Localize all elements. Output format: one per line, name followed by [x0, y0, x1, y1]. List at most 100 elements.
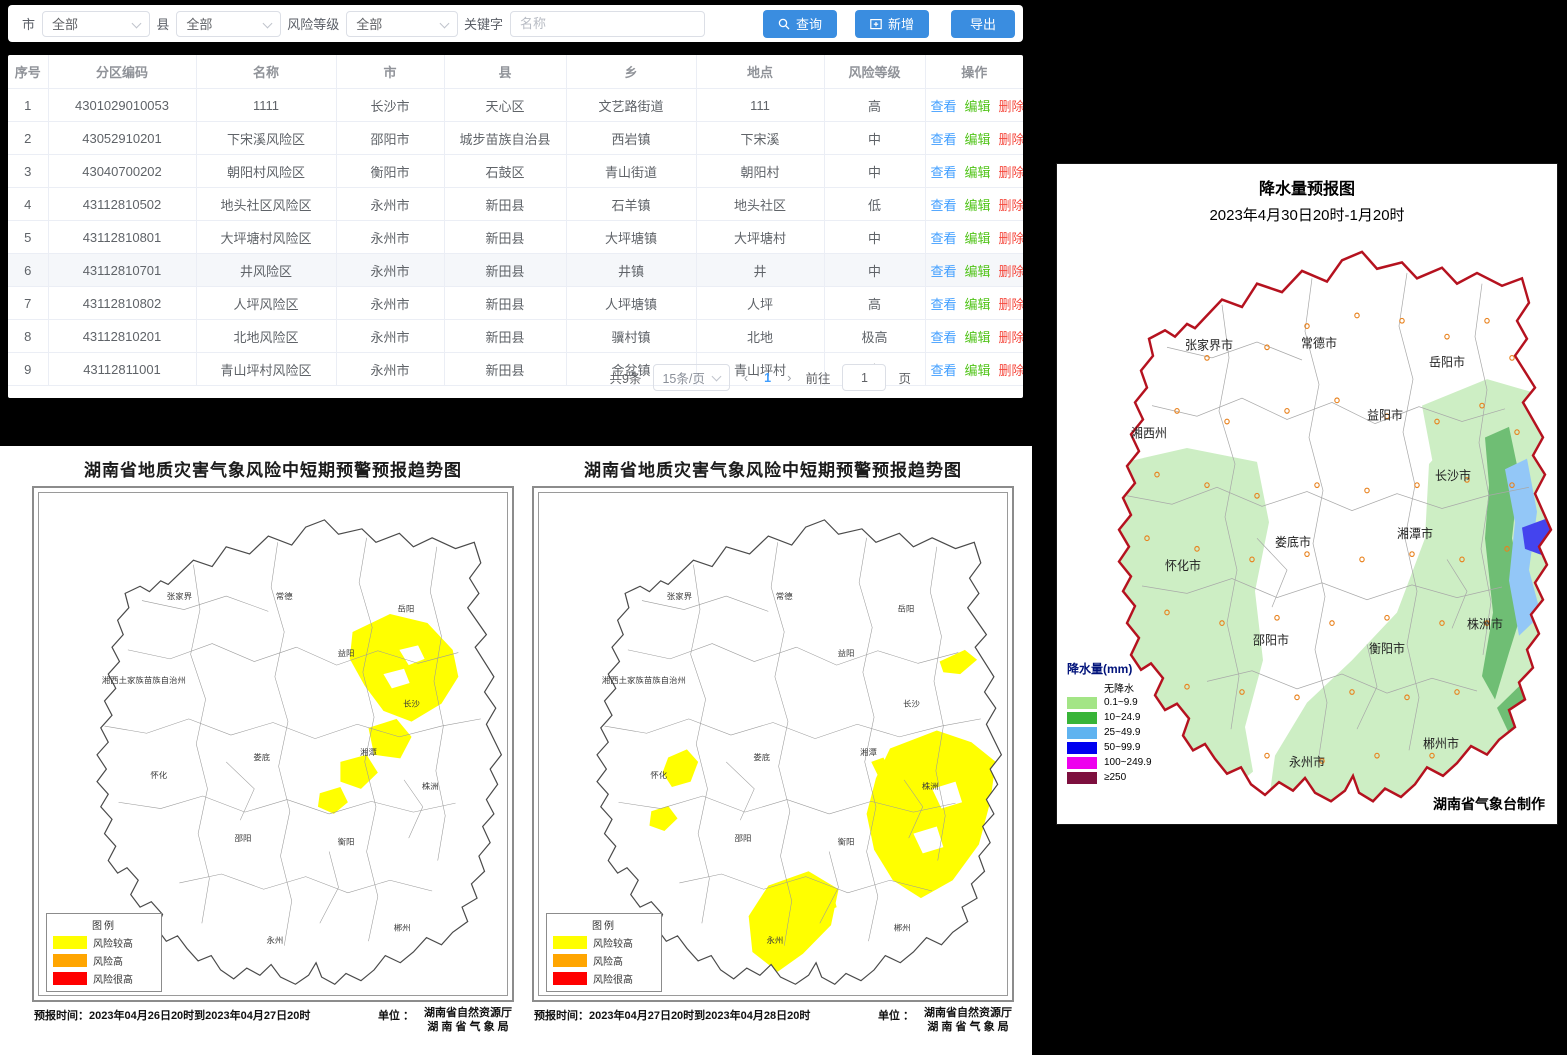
- current-page[interactable]: 1: [762, 371, 773, 385]
- station-marker-icon: [1445, 334, 1449, 339]
- edit-link[interactable]: 编辑: [965, 198, 991, 213]
- station-marker-icon: [1485, 318, 1489, 323]
- table-body: 143010290100531111长沙市天心区文艺路街道111高查看编辑删除2…: [8, 89, 1023, 386]
- cell-location: 北地: [696, 320, 824, 353]
- table-row: 443112810502地头社区风险区永州市新田县石羊镇地头社区低查看编辑删除: [8, 188, 1023, 221]
- region-label: 湘西土家族苗族自治州: [602, 675, 686, 685]
- cell-code: 43040700202: [48, 155, 196, 188]
- legend-label: 风险较高: [93, 935, 133, 950]
- cell-no: 3: [8, 155, 48, 188]
- view-link[interactable]: 查看: [931, 297, 957, 312]
- delete-link[interactable]: 删除: [999, 330, 1023, 345]
- edit-link[interactable]: 编辑: [965, 99, 991, 114]
- cell-name: 1111: [196, 89, 336, 122]
- county-select[interactable]: 全部: [176, 11, 281, 37]
- edit-link[interactable]: 编辑: [965, 330, 991, 345]
- region-label: 娄底: [253, 752, 270, 762]
- edit-link[interactable]: 编辑: [965, 297, 991, 312]
- view-link[interactable]: 查看: [931, 132, 957, 147]
- city-label: 长沙市: [1435, 468, 1471, 483]
- delete-link[interactable]: 删除: [999, 198, 1023, 213]
- view-link[interactable]: 查看: [931, 330, 957, 345]
- add-button[interactable]: 新增: [855, 10, 929, 38]
- column-header: 乡: [566, 55, 696, 89]
- legend-swatch: [1067, 727, 1097, 739]
- legend-swatch: [1067, 742, 1097, 754]
- trend-maps-section: 湖南省地质灾害气象风险中短期预警预报趋势图 湘西土家族苗族自治州张家界常: [0, 446, 1032, 1055]
- legend-item: 风险高: [553, 953, 655, 968]
- legend-item: 0.1~9.9: [1067, 695, 1152, 710]
- legend-swatch: [53, 936, 87, 949]
- city-select[interactable]: 全部: [42, 11, 150, 37]
- delete-link[interactable]: 删除: [999, 99, 1023, 114]
- legend-label: 无降水: [1104, 680, 1134, 695]
- delete-link[interactable]: 删除: [999, 264, 1023, 279]
- goto-label: 前往: [805, 368, 830, 387]
- trend-legend-1: 图例 风险较高风险高风险很高: [46, 913, 162, 992]
- region-label: 郴州: [894, 923, 911, 933]
- cell-risk: 中: [824, 155, 925, 188]
- cell-code: 43112810701: [48, 254, 196, 287]
- delete-link[interactable]: 删除: [999, 297, 1023, 312]
- region-label: 益阳: [338, 648, 355, 658]
- keyword-input[interactable]: [510, 11, 705, 37]
- chevron-down-icon: [711, 372, 721, 382]
- cell-name: 北地风险区: [196, 320, 336, 353]
- column-header: 地点: [696, 55, 824, 89]
- edit-link[interactable]: 编辑: [965, 231, 991, 246]
- table-row: 243052910201下宋溪风险区邵阳市城步苗族自治县西岩镇下宋溪中查看编辑删…: [8, 122, 1023, 155]
- legend-item: 风险很高: [53, 971, 155, 986]
- cell-county: 城步苗族自治县: [444, 122, 566, 155]
- cell-location: 人坪: [696, 287, 824, 320]
- cell-city: 永州市: [336, 320, 444, 353]
- city-label: 株洲市: [1467, 616, 1503, 631]
- cell-actions: 查看编辑删除: [925, 320, 1023, 353]
- city-label: 岳阳市: [1429, 354, 1465, 369]
- delete-link[interactable]: 删除: [999, 132, 1023, 147]
- page-size-select[interactable]: 15条/页: [653, 364, 729, 391]
- cell-code: 4301029010053: [48, 89, 196, 122]
- search-button[interactable]: 查询: [763, 10, 837, 38]
- view-link[interactable]: 查看: [931, 231, 957, 246]
- export-button[interactable]: 导出: [951, 10, 1015, 38]
- edit-link[interactable]: 编辑: [965, 264, 991, 279]
- chevron-down-icon: [263, 18, 273, 28]
- cell-risk: 中: [824, 122, 925, 155]
- legend-item: 风险高: [53, 953, 155, 968]
- city-label: 郴州市: [1423, 736, 1459, 751]
- view-link[interactable]: 查看: [931, 99, 957, 114]
- cell-township: 文艺路街道: [566, 89, 696, 122]
- next-page-button[interactable]: ›: [785, 370, 793, 385]
- column-header: 市: [336, 55, 444, 89]
- region-label: 湘西土家族苗族自治州: [102, 675, 186, 685]
- goto-page-input[interactable]: [842, 364, 886, 391]
- view-link[interactable]: 查看: [931, 198, 957, 213]
- view-link[interactable]: 查看: [931, 165, 957, 180]
- cell-actions: 查看编辑删除: [925, 254, 1023, 287]
- prev-page-button[interactable]: ‹: [742, 370, 750, 385]
- cell-risk: 低: [824, 188, 925, 221]
- table-row: 343040700202朝阳村风险区衡阳市石鼓区青山街道朝阳村中查看编辑删除: [8, 155, 1023, 188]
- cell-no: 2: [8, 122, 48, 155]
- precip-map-panel: 降水量预报图 2023年4月30日20时-1月20时 湘西州张家界市常德市岳阳市…: [1056, 163, 1558, 825]
- region-label: 郴州: [394, 923, 411, 933]
- cell-name: 下宋溪风险区: [196, 122, 336, 155]
- delete-link[interactable]: 删除: [999, 231, 1023, 246]
- risk-level-select[interactable]: 全部: [346, 11, 458, 37]
- region-label: 长沙: [903, 699, 920, 709]
- legend-item: 风险较高: [53, 935, 155, 950]
- risk-filter-label: 风险等级: [287, 14, 339, 33]
- delete-link[interactable]: 删除: [999, 165, 1023, 180]
- cell-actions: 查看编辑删除: [925, 155, 1023, 188]
- trend-map-title-2: 湖南省地质灾害气象风险中短期预警预报趋势图: [528, 456, 1018, 481]
- edit-link[interactable]: 编辑: [965, 132, 991, 147]
- region-label: 娄底: [753, 752, 770, 762]
- table-row: 643112810701井风险区永州市新田县井镇井中查看编辑删除: [8, 254, 1023, 287]
- station-marker-icon: [1360, 557, 1364, 562]
- chevron-down-icon: [132, 18, 142, 28]
- column-header: 名称: [196, 55, 336, 89]
- risk-zone-table-card: 序号分区编码名称市县乡地点风险等级操作 143010290100531111长沙…: [8, 55, 1023, 398]
- edit-link[interactable]: 编辑: [965, 165, 991, 180]
- cell-code: 43112810502: [48, 188, 196, 221]
- view-link[interactable]: 查看: [931, 264, 957, 279]
